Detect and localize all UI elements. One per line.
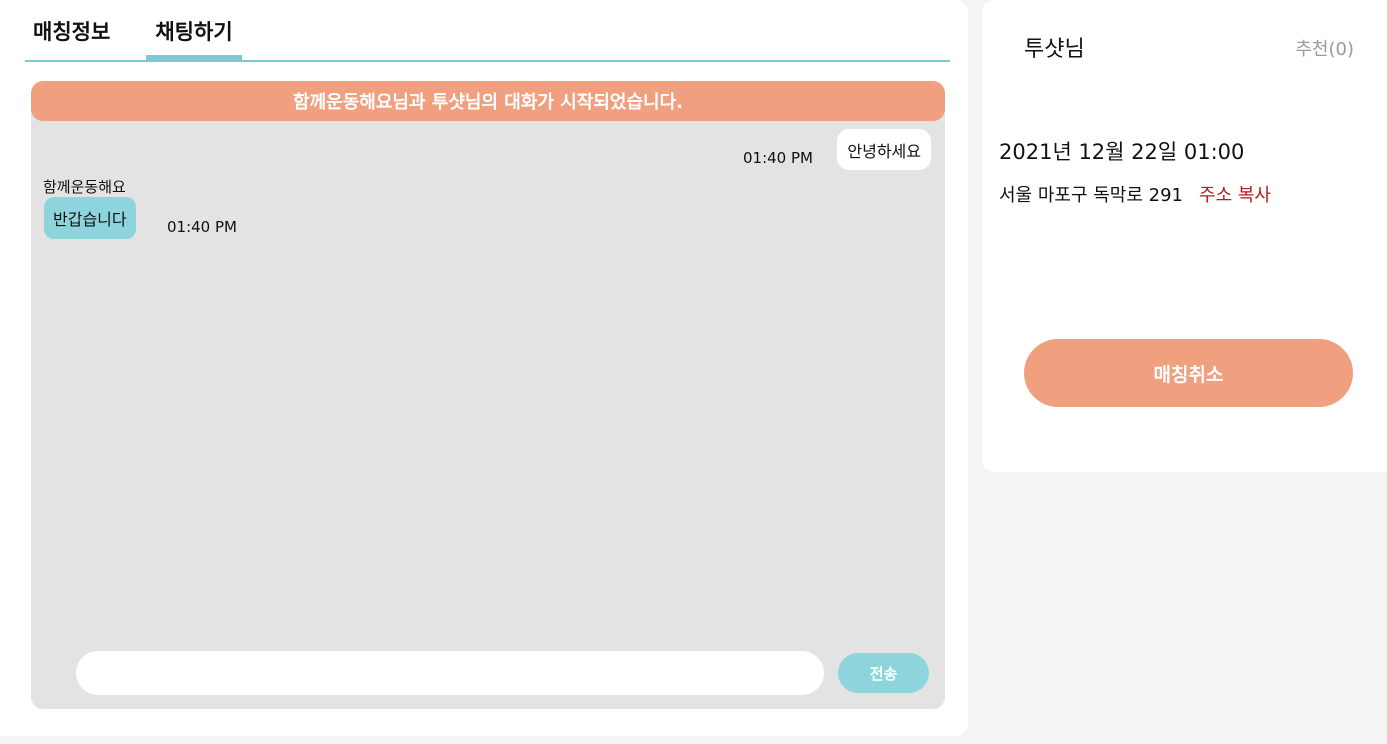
cancel-matching-button[interactable]: 매칭취소 [1024, 339, 1353, 407]
match-address: 서울 마포구 독막로 291 [999, 185, 1184, 206]
my-message-time: 01:40 PM [743, 149, 813, 167]
partner-name: 투샷님 [1024, 37, 1085, 62]
my-message-bubble: 안녕하세요 [837, 129, 931, 170]
message-sender-name: 함께운동해요 [43, 178, 126, 196]
copy-address-link[interactable]: 주소 복사 [1199, 181, 1271, 207]
partner-message-bubble: 반갑습니다 [44, 197, 136, 239]
address-row: 서울 마포구 독막로 291 주소 복사 [999, 181, 1271, 207]
send-button[interactable]: 전송 [838, 653, 929, 693]
message-input[interactable] [76, 651, 824, 695]
active-tab-indicator [146, 55, 242, 61]
chat-start-banner: 함께운동해요님과 투샷님의 대화가 시작되었습니다. [31, 81, 945, 121]
chat-panel: 매칭정보 채팅하기 함께운동해요님과 투샷님의 대화가 시작되었습니다. 안녕하… [0, 0, 968, 736]
match-detail-panel: 투샷님 추천(0) 2021년 12월 22일 01:00 서울 마포구 독막로… [982, 0, 1387, 472]
match-datetime: 2021년 12월 22일 01:00 [999, 140, 1245, 164]
chat-area: 함께운동해요님과 투샷님의 대화가 시작되었습니다. 안녕하세요 01:40 P… [31, 81, 945, 709]
tab-bar: 매칭정보 채팅하기 [25, 0, 950, 62]
partner-message-time: 01:40 PM [167, 218, 237, 236]
tab-matching-info[interactable]: 매칭정보 [33, 16, 110, 46]
tab-chatting[interactable]: 채팅하기 [146, 16, 242, 46]
recommend-button[interactable]: 추천(0) [1295, 35, 1354, 61]
